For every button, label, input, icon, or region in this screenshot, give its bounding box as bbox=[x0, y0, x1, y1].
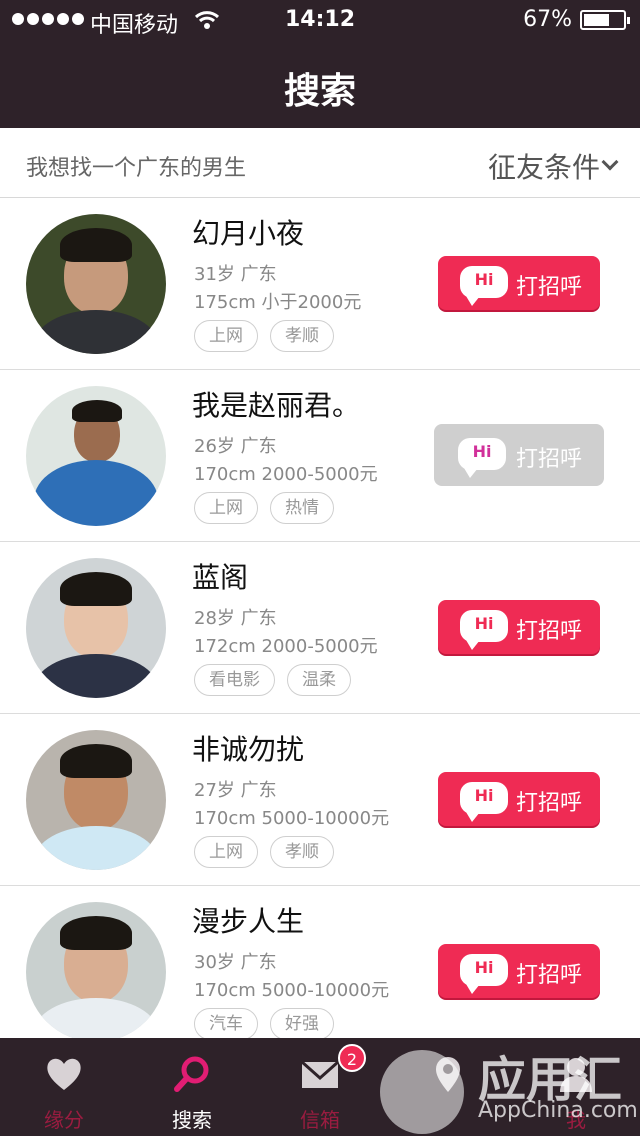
page-title: 搜索 bbox=[283, 71, 356, 112]
criteria-dropdown[interactable]: 征友条件 bbox=[488, 146, 600, 186]
interest-tag: 汽车 bbox=[194, 1008, 258, 1040]
avatar[interactable] bbox=[26, 214, 166, 354]
user-age-location: 28岁 广东 bbox=[194, 608, 277, 629]
user-name[interactable]: 非诚勿扰 bbox=[192, 728, 304, 768]
chevron-down-icon[interactable] bbox=[601, 153, 619, 171]
interest-tag: 看电影 bbox=[194, 664, 275, 696]
user-age-location: 30岁 广东 bbox=[194, 952, 277, 973]
user-tags: 看电影 温柔 bbox=[194, 664, 351, 696]
user-height-income: 175cm 小于2000元 bbox=[194, 292, 362, 313]
avatar[interactable] bbox=[26, 558, 166, 698]
mail-icon bbox=[301, 1060, 339, 1088]
greet-button[interactable]: Hi 打招呼 bbox=[438, 772, 600, 826]
tab-fate[interactable]: 缘分 bbox=[0, 1038, 128, 1136]
avatar[interactable] bbox=[26, 730, 166, 870]
tab-bar: 缘分 搜索 信箱 我 bbox=[0, 1038, 640, 1136]
list-item[interactable]: 我是赵丽君。 26岁 广东 170cm 2000-5000元 上网 热情 Hi … bbox=[0, 370, 640, 542]
interest-tag: 好强 bbox=[270, 1008, 334, 1040]
list-item[interactable]: 蓝阁 28岁 广东 172cm 2000-5000元 看电影 温柔 Hi 打招呼 bbox=[0, 542, 640, 714]
battery-icon bbox=[580, 10, 630, 30]
avatar[interactable] bbox=[26, 386, 166, 526]
hi-bubble-icon: Hi bbox=[458, 438, 506, 478]
user-name[interactable]: 幻月小夜 bbox=[192, 212, 304, 252]
interest-tag: 热情 bbox=[270, 492, 334, 524]
user-tags: 汽车 好强 bbox=[194, 1008, 334, 1040]
hi-bubble-icon: Hi bbox=[460, 610, 508, 650]
interest-tag: 孝顺 bbox=[270, 836, 334, 868]
list-item[interactable]: 幻月小夜 31岁 广东 175cm 小于2000元 上网 孝顺 Hi 打招呼 bbox=[0, 198, 640, 370]
user-tags: 上网 孝顺 bbox=[194, 836, 334, 868]
user-age-location: 27岁 广东 bbox=[194, 780, 277, 801]
hi-bubble-icon: Hi bbox=[460, 266, 508, 306]
hi-bubble-icon: Hi bbox=[460, 954, 508, 994]
interest-tag: 上网 bbox=[194, 492, 258, 524]
user-height-income: 170cm 5000-10000元 bbox=[194, 980, 390, 1001]
filter-bar: 我想找一个广东的男生 征友条件 bbox=[0, 128, 640, 198]
status-bar: 中国移动 14:12 67% bbox=[0, 0, 640, 40]
interest-tag: 孝顺 bbox=[270, 320, 334, 352]
mail-badge: 2 bbox=[338, 1044, 366, 1072]
greet-button[interactable]: Hi 打招呼 bbox=[438, 944, 600, 998]
user-height-income: 170cm 5000-10000元 bbox=[194, 808, 390, 829]
tab-label: 缘分 bbox=[44, 1108, 84, 1132]
greet-button-label: 打招呼 bbox=[516, 275, 583, 300]
user-age-location: 26岁 广东 bbox=[194, 436, 277, 457]
tab-label: 搜索 bbox=[172, 1108, 212, 1132]
user-name[interactable]: 我是赵丽君。 bbox=[192, 384, 360, 424]
user-tags: 上网 热情 bbox=[194, 492, 334, 524]
list-item[interactable]: 非诚勿扰 27岁 广东 170cm 5000-10000元 上网 孝顺 Hi 打… bbox=[0, 714, 640, 886]
user-height-income: 172cm 2000-5000元 bbox=[194, 636, 378, 657]
greet-button[interactable]: Hi 打招呼 bbox=[434, 424, 604, 486]
greet-button-label: 打招呼 bbox=[516, 447, 583, 472]
greet-button[interactable]: Hi 打招呼 bbox=[438, 256, 600, 310]
greet-button[interactable]: Hi 打招呼 bbox=[438, 600, 600, 654]
location-icon bbox=[436, 1057, 460, 1092]
greet-button-label: 打招呼 bbox=[516, 619, 583, 644]
battery-percentage: 67% bbox=[523, 7, 572, 32]
search-icon bbox=[174, 1056, 209, 1092]
user-name[interactable]: 漫步人生 bbox=[192, 900, 304, 940]
user-name[interactable]: 蓝阁 bbox=[192, 556, 248, 596]
user-tags: 上网 孝顺 bbox=[194, 320, 334, 352]
tab-nearby[interactable] bbox=[384, 1038, 512, 1136]
user-age-location: 31岁 广东 bbox=[194, 264, 277, 285]
tab-me[interactable]: 我 bbox=[512, 1038, 640, 1136]
greet-button-label: 打招呼 bbox=[516, 791, 583, 816]
interest-tag: 上网 bbox=[194, 836, 258, 868]
greet-button-label: 打招呼 bbox=[516, 963, 583, 988]
heart-icon bbox=[47, 1058, 81, 1090]
tab-search[interactable]: 搜索 bbox=[128, 1038, 256, 1136]
interest-tag: 上网 bbox=[194, 320, 258, 352]
nav-bar: 搜索 bbox=[0, 40, 640, 128]
user-height-income: 170cm 2000-5000元 bbox=[194, 464, 378, 485]
search-query-text: 我想找一个广东的男生 bbox=[26, 156, 247, 181]
hi-bubble-icon: Hi bbox=[460, 782, 508, 822]
tab-label: 我 bbox=[566, 1108, 586, 1132]
user-icon bbox=[560, 1058, 592, 1092]
list-item[interactable]: 漫步人生 30岁 广东 170cm 5000-10000元 汽车 好强 Hi 打… bbox=[0, 886, 640, 1058]
tab-label: 信箱 bbox=[300, 1108, 340, 1132]
avatar[interactable] bbox=[26, 902, 166, 1042]
interest-tag: 温柔 bbox=[287, 664, 351, 696]
